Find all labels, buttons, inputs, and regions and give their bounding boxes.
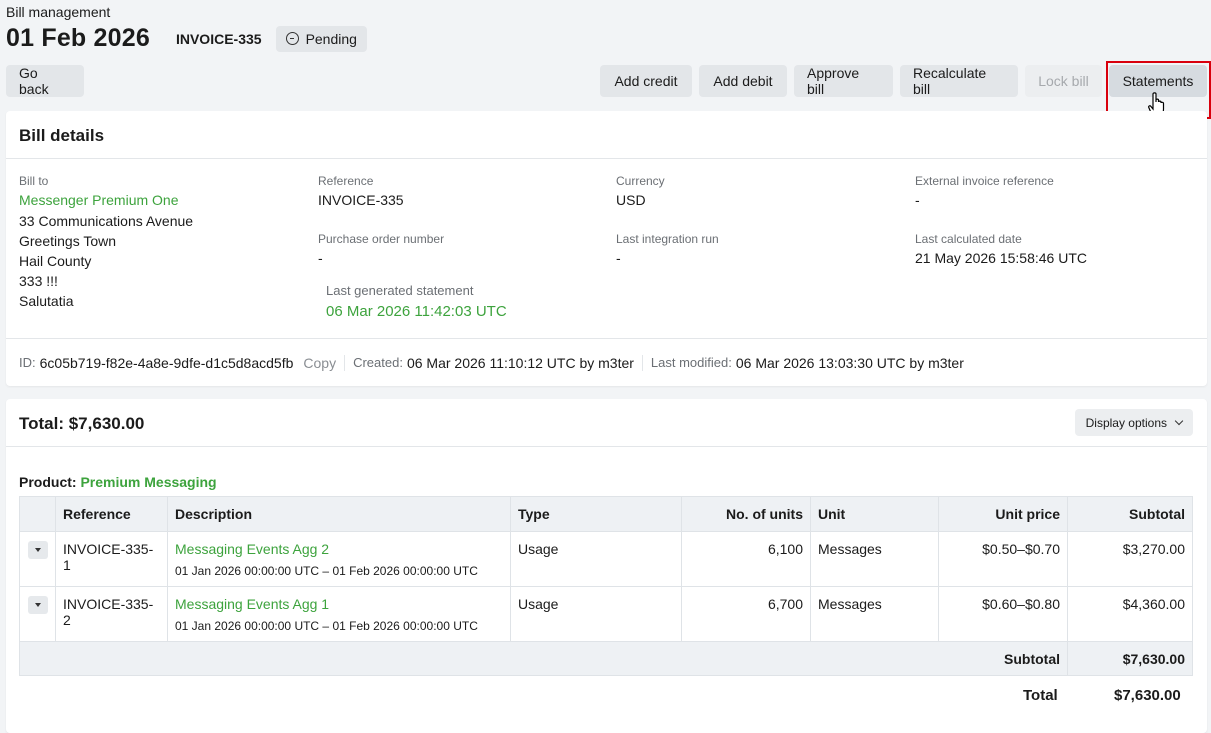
po-value: -	[318, 250, 323, 266]
unit-price-cell: $0.50–$0.70	[938, 531, 1068, 587]
column-header: Unit price	[938, 496, 1068, 532]
external-ref-label: External invoice reference	[915, 174, 1054, 188]
bill-lines-table: Reference Description Type No. of units …	[19, 496, 1193, 676]
id-label: ID:	[19, 355, 36, 370]
breadcrumb[interactable]: Bill management	[6, 4, 110, 20]
column-header: Subtotal	[1067, 496, 1193, 532]
table-header-row: Reference Description Type No. of units …	[19, 496, 1193, 532]
expand-cell	[19, 531, 56, 587]
reference-cell: INVOICE-335-1	[55, 531, 168, 587]
type-cell: Usage	[510, 586, 682, 642]
last-statement-label: Last generated statement	[326, 283, 474, 298]
currency-label: Currency	[616, 174, 665, 188]
column-header: Reference	[55, 496, 168, 532]
subtotal-value: $7,630.00	[1067, 641, 1193, 676]
reference-value: INVOICE-335	[318, 192, 404, 208]
product-label: Product:	[19, 474, 77, 490]
display-options-label: Display options	[1085, 415, 1167, 430]
type-cell: Usage	[510, 531, 682, 587]
units-cell: 6,700	[681, 586, 811, 642]
total-value: $7,630.00	[1114, 687, 1181, 704]
address-line: 33 Communications Avenue	[19, 213, 194, 229]
modified-label: Last modified:	[650, 355, 732, 370]
subtotal-label: Subtotal	[19, 641, 1068, 676]
created-label: Created:	[353, 355, 403, 370]
expand-caret-icon[interactable]	[28, 541, 48, 559]
copy-id-button[interactable]: Copy	[303, 354, 346, 371]
recalculate-bill-button[interactable]: Recalculate bill	[900, 65, 1018, 97]
approve-bill-button[interactable]: Approve bill	[794, 65, 893, 97]
subtotal-row: Subtotal $7,630.00	[19, 641, 1193, 676]
lock-bill-button: Lock bill	[1025, 65, 1102, 97]
external-ref-value: -	[915, 192, 920, 208]
expand-cell	[19, 586, 56, 642]
units-cell: 6,100	[681, 531, 811, 587]
reference-cell: INVOICE-335-2	[55, 586, 168, 642]
add-debit-button[interactable]: Add debit	[699, 65, 787, 97]
bill-lines-card: Total: $7,630.00 Display options Product…	[6, 399, 1207, 733]
bill-to-label: Bill to	[19, 174, 49, 188]
table-row: INVOICE-335-1 Messaging Events Agg 2 01 …	[19, 531, 1193, 587]
unit-cell: Messages	[810, 586, 939, 642]
clock-icon	[285, 32, 299, 45]
last-integration-label: Last integration run	[616, 232, 719, 246]
product-link[interactable]: Premium Messaging	[80, 474, 216, 490]
invoice-code: INVOICE-335	[175, 30, 262, 47]
column-header: Description	[167, 496, 511, 532]
line-item-link[interactable]: Messaging Events Agg 2	[175, 541, 329, 557]
line-item-link[interactable]: Messaging Events Agg 1	[175, 596, 329, 612]
po-label: Purchase order number	[318, 232, 445, 246]
bill-details-title: Bill details	[6, 111, 1207, 159]
column-header: Type	[510, 496, 682, 532]
period-text: 01 Jan 2026 00:00:00 UTC – 01 Feb 2026 0…	[175, 564, 478, 578]
column-header: Unit	[810, 496, 939, 532]
display-options-button[interactable]: Display options	[1074, 409, 1193, 436]
status-badge: Pending	[275, 25, 367, 52]
address-line: 333 !!!	[19, 273, 58, 289]
go-back-button[interactable]: Go back	[6, 65, 84, 97]
unit-price-cell: $0.60–$0.80	[938, 586, 1068, 642]
subtotal-cell: $4,360.00	[1067, 586, 1193, 642]
address-line: Salutatia	[19, 293, 74, 309]
description-cell: Messaging Events Agg 2 01 Jan 2026 00:00…	[167, 531, 511, 587]
bill-meta-footer: ID: 6c05b719-f82e-4a8e-9dfe-d1c5d8acd5fb…	[6, 338, 1207, 386]
expand-column-header	[19, 496, 56, 532]
total-label: Total	[1023, 687, 1058, 704]
unit-cell: Messages	[810, 531, 939, 587]
reference-label: Reference	[318, 174, 374, 188]
expand-caret-icon[interactable]	[28, 596, 48, 614]
bill-details-card: Bill details Bill to Messenger Premium O…	[6, 111, 1207, 386]
last-integration-value: -	[616, 250, 621, 266]
bill-date: 01 Feb 2026	[6, 24, 150, 52]
table-row: INVOICE-335-2 Messaging Events Agg 1 01 …	[19, 586, 1193, 642]
total-heading: Total: $7,630.00	[6, 399, 1207, 447]
period-text: 01 Jan 2026 00:00:00 UTC – 01 Feb 2026 0…	[175, 619, 478, 633]
created-value: 06 Mar 2026 11:10:12 UTC by m3ter	[407, 354, 643, 371]
status-label: Pending	[305, 30, 357, 47]
last-calculated-label: Last calculated date	[915, 232, 1022, 246]
bill-to-link[interactable]: Messenger Premium One	[19, 192, 179, 208]
bill-id: 6c05b719-f82e-4a8e-9dfe-d1c5d8acd5fb	[39, 354, 294, 371]
currency-value: USD	[616, 192, 646, 208]
add-credit-button[interactable]: Add credit	[600, 65, 692, 97]
last-statement-link[interactable]: 06 Mar 2026 11:42:03 UTC	[326, 303, 507, 320]
product-heading: Product: Premium Messaging	[19, 474, 217, 490]
subtotal-cell: $3,270.00	[1067, 531, 1193, 587]
title-row: 01 Feb 2026 INVOICE-335 Pending	[6, 24, 367, 53]
bill-to-address: 33 Communications Avenue Greetings Town …	[19, 211, 193, 311]
address-line: Greetings Town	[19, 233, 117, 249]
chevron-down-icon	[1174, 416, 1184, 426]
column-header: No. of units	[681, 496, 811, 532]
modified-value: 06 Mar 2026 13:03:30 UTC by m3ter	[735, 354, 964, 371]
description-cell: Messaging Events Agg 1 01 Jan 2026 00:00…	[167, 586, 511, 642]
last-calculated-value: 21 May 2026 15:58:46 UTC	[915, 250, 1087, 266]
address-line: Hail County	[19, 253, 92, 269]
